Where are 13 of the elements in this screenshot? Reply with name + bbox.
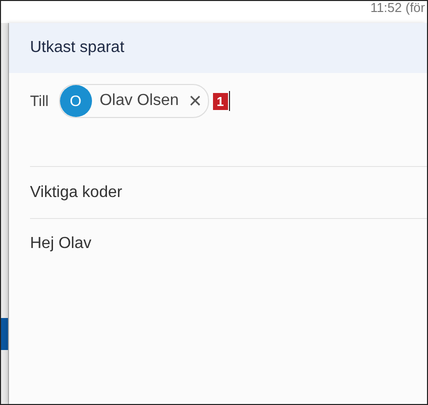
message-body[interactable]: Hej Olav — [9, 219, 427, 253]
subject-field[interactable]: Viktiga koder — [9, 167, 427, 218]
timestamp: 11:52 (för — [370, 1, 426, 15]
to-label: Till — [30, 92, 49, 110]
recipient-chip[interactable]: O Olav Olsen × — [58, 84, 209, 118]
remove-button[interactable]: × — [186, 90, 204, 112]
marker-badge: 1 — [212, 92, 228, 110]
recipient-name: Olav Olsen — [100, 92, 179, 110]
body-text: Hej Olav — [30, 235, 92, 252]
avatar: O — [60, 85, 92, 117]
subject-text: Viktiga koder — [30, 184, 122, 202]
compose-title: Utkast sparat — [30, 39, 124, 57]
text-cursor — [228, 91, 230, 111]
